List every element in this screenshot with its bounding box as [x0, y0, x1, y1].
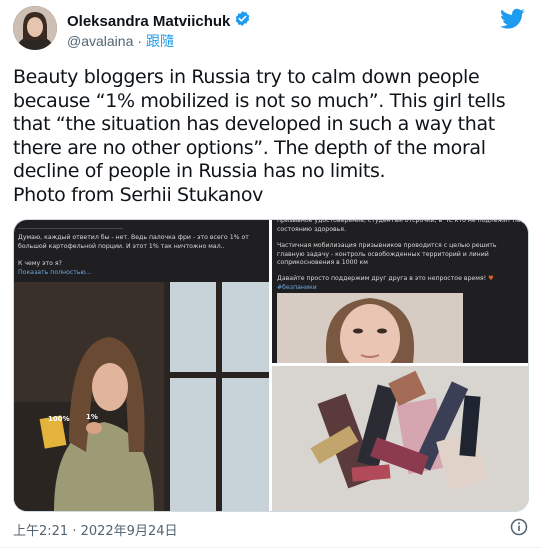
photo-text-support: Давайте просто поддержим друг друга в эт… — [277, 275, 487, 282]
heart-icon: ♥ — [488, 275, 494, 282]
verified-badge-icon — [234, 10, 251, 32]
tweet-header: Oleksandra Matviichuk @avalaina · 跟隨 — [13, 6, 529, 52]
media-photo-3[interactable] — [272, 366, 528, 511]
cut-text: __________________________________ — [18, 222, 124, 229]
photo-text-line0: призывное удостоверение, студентам отсро… — [277, 220, 521, 233]
photo-text-line1: Частичная мобилизация призывников провод… — [277, 242, 497, 266]
author-handle[interactable]: @avalaina — [67, 33, 133, 49]
tweet-paragraph: Beauty bloggers in Russia try to calm do… — [13, 66, 506, 182]
author-name[interactable]: Oleksandra Matviichuk — [67, 13, 230, 30]
media-photo-2[interactable]: призывное удостоверение, студентам отсро… — [272, 220, 528, 363]
photo-cosmetics-pile — [272, 366, 528, 511]
tweet-body: Beauty bloggers in Russia try to calm do… — [13, 66, 529, 207]
photo-caption: Думаю, каждый ответил бы - нет. Ведь пал… — [18, 234, 249, 250]
tweet-photo-credit: Photo from Serhii Stukanov — [13, 183, 264, 206]
photo-text-line2: Давайте просто поддержим друг друга в эт… — [277, 275, 522, 292]
twitter-bird-icon[interactable] — [500, 8, 525, 30]
label-one-percent: 1% — [86, 413, 98, 421]
divider — [0, 547, 542, 548]
info-icon[interactable] — [510, 518, 528, 536]
photo-question: К чему это я? — [18, 260, 62, 267]
separator-dot: · — [137, 33, 143, 49]
media-photo-1[interactable]: __________________________________ Думаю… — [14, 220, 269, 511]
photo-girl-fries — [14, 282, 269, 511]
show-more-link: Показать полностью... — [18, 269, 92, 276]
follow-link[interactable]: 跟隨 — [146, 31, 174, 51]
photo-hashtag: #безпаники — [277, 283, 317, 291]
label-fries: 100% — [48, 415, 70, 423]
photo-face — [277, 293, 463, 363]
media-grid: __________________________________ Думаю… — [13, 219, 529, 512]
tweet-timestamp[interactable]: 上午2:21 · 2022年9月24日 — [13, 520, 178, 539]
avatar[interactable] — [13, 6, 57, 50]
